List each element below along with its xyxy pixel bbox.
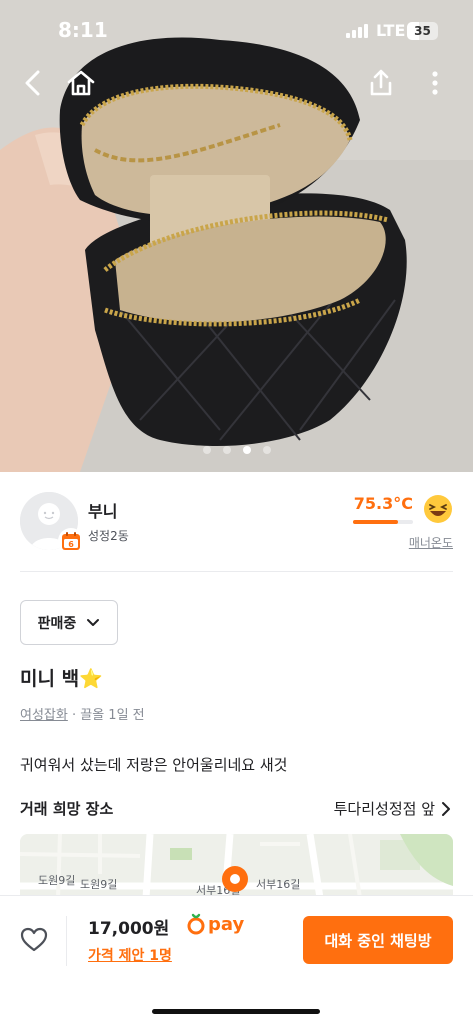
map-street-label: 서부16길 bbox=[256, 878, 301, 891]
chevron-down-icon bbox=[87, 618, 100, 626]
pay-badge: pay bbox=[187, 913, 244, 935]
divider bbox=[66, 916, 67, 966]
meta-separator: · bbox=[67, 708, 81, 723]
share-icon bbox=[370, 69, 392, 96]
manner-temperature-bar bbox=[353, 520, 413, 524]
seller-region: 성정2동 bbox=[88, 529, 129, 543]
signal-icon bbox=[346, 24, 368, 38]
pay-logo-icon bbox=[187, 913, 205, 935]
heart-icon[interactable] bbox=[20, 926, 48, 954]
calendar-badge-icon: 6 bbox=[58, 528, 84, 554]
carousel-dot[interactable] bbox=[222, 446, 231, 454]
carousel-dot-active[interactable] bbox=[242, 446, 251, 454]
calendar-badge-day: 6 bbox=[68, 540, 74, 549]
status-time: 8:11 bbox=[58, 18, 108, 42]
bumped-time: 끌올 1일 전 bbox=[80, 708, 145, 723]
share-button[interactable] bbox=[364, 66, 398, 100]
product-price: 17,000원 bbox=[88, 919, 170, 939]
network-type: LTE bbox=[376, 21, 406, 40]
carousel-dot[interactable] bbox=[202, 446, 211, 454]
pay-label: pay bbox=[208, 913, 245, 935]
manner-temperature-fill bbox=[353, 520, 399, 524]
seller-profile[interactable]: 6 부니 성정2동 75.3°C 매너온도 bbox=[20, 472, 453, 572]
more-options-button[interactable] bbox=[418, 66, 452, 100]
more-vertical-icon bbox=[432, 71, 438, 95]
map-street-label: 도원9길 bbox=[80, 878, 118, 891]
battery-icon: 35 bbox=[407, 22, 438, 40]
chevron-right-icon bbox=[442, 801, 450, 816]
meeting-place-map[interactable]: 도원9길 도원9길 서부16길 서부16길 bbox=[20, 834, 453, 898]
laughing-face-icon bbox=[424, 495, 452, 523]
carousel-dot[interactable] bbox=[262, 446, 271, 454]
carousel-indicator bbox=[0, 446, 473, 454]
product-description: 귀여워서 샀는데 저랑은 안어울리네요 새것 bbox=[20, 756, 288, 774]
product-meta: 여성잡화 · 끌올 1일 전 bbox=[20, 704, 145, 723]
battery-level: 35 bbox=[414, 24, 431, 38]
sale-status-dropdown[interactable]: 판매중 bbox=[20, 600, 118, 645]
meeting-place-value: 투다리성정점 앞 bbox=[333, 800, 435, 818]
back-button[interactable] bbox=[16, 66, 50, 100]
chevron-left-icon bbox=[25, 70, 40, 96]
map-street-label: 도원9길 bbox=[38, 874, 76, 887]
map-pin-icon bbox=[222, 866, 248, 892]
manner-temperature: 75.3°C bbox=[353, 494, 413, 513]
meeting-place-label: 거래 희망 장소 bbox=[20, 800, 114, 818]
status-bar: 8:11 LTE 35 bbox=[0, 0, 473, 62]
sale-status-value: 판매중 bbox=[37, 615, 77, 632]
home-indicator[interactable] bbox=[152, 1009, 320, 1014]
product-detail-screen: 8:11 LTE 35 6 부니 성정2동 75.3°C 매너온도 판매중 미니… bbox=[0, 0, 473, 1024]
category-link[interactable]: 여성잡화 bbox=[20, 708, 68, 723]
home-icon bbox=[67, 70, 95, 96]
price-offer-link[interactable]: 가격 제안 1명 bbox=[88, 945, 172, 965]
product-title: 미니 백⭐ bbox=[20, 668, 103, 690]
seller-nickname: 부니 bbox=[88, 502, 118, 521]
chat-room-button[interactable]: 대화 중인 채팅방 bbox=[303, 916, 453, 964]
home-button[interactable] bbox=[64, 66, 98, 100]
meeting-place-link[interactable]: 투다리성정점 앞 bbox=[334, 798, 451, 819]
bottom-action-bar: 17,000원 pay 가격 제안 1명 대화 중인 채팅방 bbox=[0, 895, 473, 1024]
product-photo-carousel[interactable]: 8:11 LTE 35 bbox=[0, 0, 473, 472]
manner-temperature-link[interactable]: 매너온도 bbox=[409, 534, 453, 551]
